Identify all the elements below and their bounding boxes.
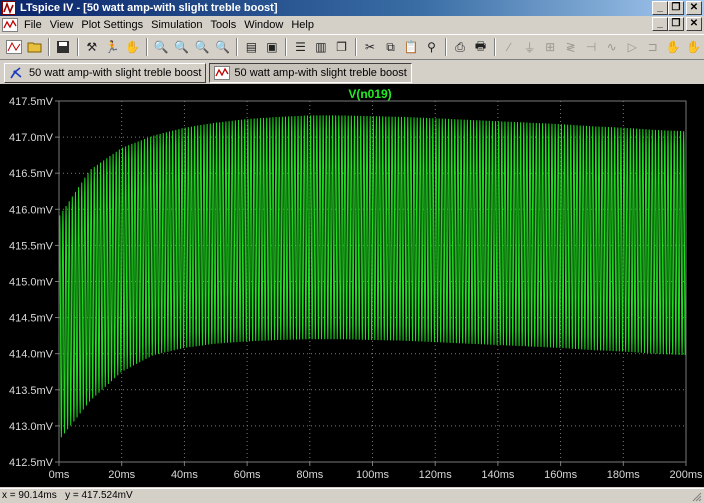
status-bar: x = 90.14ms y = 417.524mV xyxy=(0,488,704,503)
capacitor-icon[interactable]: ⊣ xyxy=(581,37,602,57)
zoom-full-icon[interactable]: 🔍 xyxy=(213,37,234,57)
minimize-button[interactable]: _ xyxy=(652,1,668,15)
y-tick-label: 416.5mV xyxy=(9,168,54,180)
y-tick-label: 415.5mV xyxy=(9,240,54,252)
tab-label: 50 watt amp-with slight treble boost xyxy=(29,67,202,79)
menu-view[interactable]: View xyxy=(46,19,78,31)
ground-icon[interactable]: ⏚ xyxy=(519,37,540,57)
resize-grip-icon[interactable] xyxy=(690,490,702,502)
y-tick-label: 417.5mV xyxy=(9,96,54,108)
print-setup-icon[interactable]: ⎙ xyxy=(450,37,471,57)
menu-tools[interactable]: Tools xyxy=(207,19,241,31)
tab-schematic[interactable]: 50 watt amp-with slight treble boost xyxy=(4,63,207,83)
cascade-windows-icon[interactable]: ❐ xyxy=(331,37,352,57)
toolbar-separator xyxy=(48,38,51,56)
toolbar-separator xyxy=(146,38,149,56)
save-icon[interactable] xyxy=(53,37,74,57)
cut-icon[interactable]: ✂ xyxy=(360,37,381,57)
doc-close-button[interactable]: ✕ xyxy=(686,17,702,31)
document-tab-bar: 50 watt amp-with slight treble boost 50 … xyxy=(0,61,704,83)
plot-canvas[interactable]: 0ms 20ms 40ms 60ms 80ms 100ms 120ms 140ms 160ms 1… xyxy=(0,84,704,487)
y-tick-label: 412.5mV xyxy=(9,457,54,469)
toolbar-separator xyxy=(493,38,496,56)
title-bar: LTspice IV - [50 watt amp-with slight tr… xyxy=(0,0,704,16)
draw-wire-icon[interactable]: ∕ xyxy=(499,37,520,57)
find-binoculars-icon[interactable]: ⚲ xyxy=(421,37,442,57)
y-tick-label: 414.0mV xyxy=(9,349,54,361)
view-full-icon[interactable]: ▣ xyxy=(262,37,283,57)
x-tick-label: 60ms xyxy=(234,469,261,481)
tile-horizontal-icon[interactable]: ☰ xyxy=(290,37,311,57)
menu-file[interactable]: File xyxy=(20,19,46,31)
toolbar-separator xyxy=(285,38,288,56)
y-tick-label: 415.0mV xyxy=(9,277,54,289)
tab-waveform[interactable]: 50 watt amp-with slight treble boost xyxy=(209,63,412,83)
print-icon[interactable]: 🖶 xyxy=(470,37,491,57)
cursor-readout: x = 90.14ms y = 417.524mV xyxy=(2,490,133,501)
diode-icon[interactable]: ▷ xyxy=(622,37,643,57)
y-tick-label: 414.5mV xyxy=(9,313,54,325)
x-tick-label: 40ms xyxy=(171,469,198,481)
new-schematic-icon[interactable] xyxy=(4,37,25,57)
x-tick-label: 20ms xyxy=(108,469,135,481)
resistor-icon[interactable]: ≷ xyxy=(560,37,581,57)
paste-icon[interactable]: 📋 xyxy=(401,37,422,57)
x-tick-label: 80ms xyxy=(296,469,323,481)
ltspice-logo-icon xyxy=(2,1,16,15)
x-tick-label: 200ms xyxy=(669,469,703,481)
pan-hand-icon[interactable]: ✋ xyxy=(123,37,144,57)
tab-label: 50 watt amp-with slight treble boost xyxy=(234,67,407,79)
menu-bar: File View Plot Settings Simulation Tools… xyxy=(0,16,704,33)
toolbar-separator xyxy=(236,38,239,56)
y-tick-label: 416.0mV xyxy=(9,204,54,216)
toolbar-separator xyxy=(444,38,447,56)
menu-simulation[interactable]: Simulation xyxy=(147,19,206,31)
menu-window[interactable]: Window xyxy=(240,19,287,31)
inductor-icon[interactable]: ∿ xyxy=(601,37,622,57)
move-hand-icon[interactable]: ✋ xyxy=(663,37,684,57)
waveform-doc-icon[interactable] xyxy=(2,17,18,32)
x-tick-label: 140ms xyxy=(481,469,515,481)
run-simulation-icon[interactable]: 🏃 xyxy=(102,37,123,57)
copy-icon[interactable]: ⧉ xyxy=(380,37,401,57)
drag-hand-icon[interactable]: ✋ xyxy=(683,37,704,57)
label-net-icon[interactable]: ⊞ xyxy=(540,37,561,57)
zoom-out-icon[interactable]: 🔍 xyxy=(172,37,193,57)
menu-plot-settings[interactable]: Plot Settings xyxy=(77,19,147,31)
window-title: LTspice IV - [50 watt amp-with slight tr… xyxy=(20,2,278,14)
x-tick-label: 160ms xyxy=(544,469,578,481)
menu-help[interactable]: Help xyxy=(287,19,318,31)
doc-minimize-button[interactable]: _ xyxy=(652,17,668,31)
y-tick-label: 413.5mV xyxy=(9,385,54,397)
x-tick-label: 100ms xyxy=(356,469,390,481)
x-tick-label: 0ms xyxy=(49,469,70,481)
toolbar-separator xyxy=(76,38,79,56)
zoom-fit-icon[interactable]: 🔍 xyxy=(192,37,213,57)
x-tick-label: 120ms xyxy=(419,469,453,481)
toolbar: ⚒ 🏃 ✋ 🔍 🔍 🔍 🔍 ▤ ▣ ☰ ▥ ❐ ✂ ⧉ 📋 ⚲ ⎙ 🖶 ∕ ⏚ … xyxy=(0,34,704,60)
control-panel-hammer-icon[interactable]: ⚒ xyxy=(82,37,103,57)
waveform-icon xyxy=(214,66,231,80)
zoom-in-icon[interactable]: 🔍 xyxy=(151,37,172,57)
waveform-plot[interactable]: 0ms 20ms 40ms 60ms 80ms 100ms 120ms 140ms 160ms 1… xyxy=(0,84,704,487)
toolbar-separator xyxy=(354,38,357,56)
autorange-icon[interactable]: ▤ xyxy=(241,37,262,57)
x-tick-label: 180ms xyxy=(607,469,641,481)
close-button[interactable]: ✕ xyxy=(686,1,702,15)
open-folder-icon[interactable] xyxy=(25,37,46,57)
restore-button[interactable]: ❐ xyxy=(668,1,684,15)
y-tick-label: 413.0mV xyxy=(9,421,54,433)
schematic-icon xyxy=(10,67,22,79)
y-tick-label: 417.0mV xyxy=(9,132,54,144)
doc-restore-button[interactable]: ❐ xyxy=(668,17,684,31)
tile-vertical-icon[interactable]: ▥ xyxy=(311,37,332,57)
trace-label[interactable]: V(n019) xyxy=(348,87,391,101)
component-icon[interactable]: ⊐ xyxy=(642,37,663,57)
